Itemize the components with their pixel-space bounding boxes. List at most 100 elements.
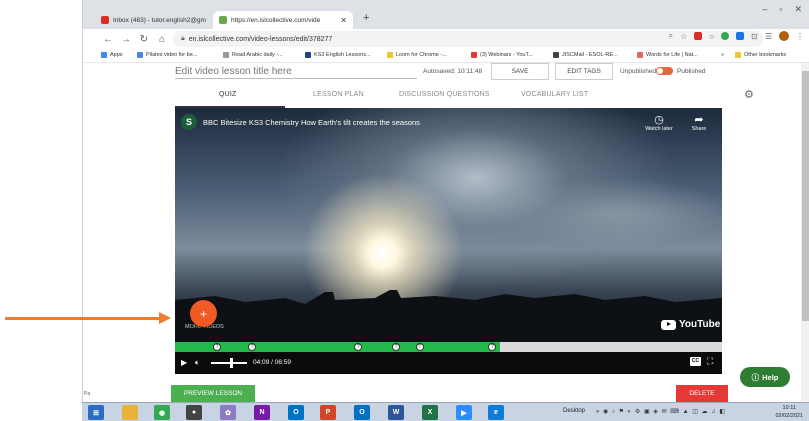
bookmark-webinars[interactable]: (3) Webinars - YouT... [471, 52, 533, 58]
captions-button[interactable]: CC [690, 357, 701, 366]
taskbar-paint-icon[interactable]: ✿ [220, 405, 236, 420]
bookmark-label: Words for Life | Nat... [646, 52, 698, 58]
volume-icon[interactable]: 🔈︎ [195, 358, 200, 368]
tab-lesson-plan[interactable]: LESSON PLAN [313, 91, 364, 98]
other-bookmarks[interactable]: Other bookmarks [735, 52, 786, 58]
taskbar-powerpoint-icon[interactable]: P [320, 405, 336, 420]
taskbar-explorer-icon[interactable] [122, 405, 138, 420]
video-title[interactable]: BBC Bitesize KS3 Chemistry How Earth's t… [203, 118, 420, 127]
quiz-marker[interactable]: ? [415, 343, 424, 351]
system-tray[interactable]: » ◉ ♪ ⚑ ◐ ⚙ ▣ ◈ ✉ ⌨ ▲ ◫ ☁ ♫ ◧ [596, 408, 726, 415]
circle-extension-icon[interactable]: ○ [709, 32, 714, 41]
bookmark-label: Read Arabic daily -... [232, 52, 283, 58]
maximize-button[interactable]: ▫ [779, 4, 782, 15]
youtube-play-icon [661, 319, 676, 330]
reading-list-icon[interactable]: ☰ [765, 32, 772, 41]
clock-icon: ◷ [654, 114, 664, 126]
bookmark-words-for-life[interactable]: Words for Life | Nat... [637, 52, 698, 58]
bookmarks-overflow[interactable]: » [721, 52, 724, 58]
avatar[interactable] [779, 31, 789, 41]
taskbar-edge-icon[interactable]: e [488, 405, 504, 420]
volume-handle[interactable] [230, 358, 233, 368]
system-clock[interactable]: 10:11 02/02/2021 [775, 404, 803, 420]
add-question-button[interactable]: + [190, 300, 217, 327]
tab-islcollective[interactable]: https://en.islcollective.com/vide ✕ [213, 11, 353, 29]
grammarly-icon[interactable] [721, 32, 730, 40]
bookmark-icon [553, 52, 559, 58]
bookmark-label: (3) Webinars - YouT... [480, 52, 533, 58]
taskbar-onenote-icon[interactable]: N [254, 405, 270, 420]
youtube-logo[interactable]: YouTube [661, 319, 720, 330]
bookmark-label: Pilates video for be... [146, 52, 198, 58]
gear-icon[interactable]: ⚙ [744, 88, 754, 101]
taskbar-outlook2-icon[interactable]: O [354, 405, 370, 420]
quiz-marker[interactable]: ? [391, 343, 400, 351]
channel-avatar[interactable]: S [181, 114, 197, 130]
desktop-toolbar[interactable]: Desktop [563, 408, 585, 414]
page-scrollbar[interactable] [801, 63, 809, 402]
taskbar-start-icon[interactable]: ⊞ [88, 405, 104, 420]
autosave-status: Autosaved: 10:11:48 [423, 68, 483, 75]
watch-later-button[interactable]: ◷ Watch later [642, 114, 676, 132]
lesson-title-input[interactable] [175, 65, 417, 79]
bookmark-arabic[interactable]: Read Arabic daily -... [223, 52, 283, 58]
share-label: Share [691, 126, 707, 132]
scrollbar-thumb[interactable] [802, 71, 809, 321]
bookmark-loom[interactable]: Loom for Chrome -... [387, 52, 447, 58]
fullscreen-icon[interactable]: ⛶ [707, 356, 713, 367]
quiz-timeline[interactable]: ?????? [175, 342, 722, 352]
tab-vocabulary-list[interactable]: VOCABULARY LIST [521, 91, 588, 98]
bookmark-label: Other bookmarks [744, 52, 787, 58]
delete-button[interactable]: DELETE [676, 385, 728, 402]
tab-discussion-questions[interactable]: DISCUSSION QUESTIONS [399, 91, 490, 98]
star-icon[interactable]: ☆ [680, 32, 687, 41]
video-player[interactable]: S BBC Bitesize KS3 Chemistry How Earth's… [175, 108, 722, 374]
publish-toggle[interactable] [656, 67, 673, 75]
tab-gmail[interactable]: Inbox (483) - tutor.english2@gm ✕ [95, 11, 207, 29]
taskbar-zoom-icon[interactable]: ▶ [456, 405, 472, 420]
bookmark-apps[interactable]: Apps [101, 52, 123, 58]
puzzle-icon[interactable]: ⊡ [751, 32, 758, 41]
forward-icon[interactable]: → [117, 34, 135, 45]
close-window-button[interactable]: ✕ [794, 4, 802, 15]
edit-tags-button[interactable]: EDIT TAGS [555, 63, 613, 80]
zoom-icon[interactable]: ⌕ [669, 31, 673, 41]
preview-lesson-button[interactable]: PREVIEW LESSON [171, 385, 255, 402]
time-display: 04:09 / 06:59 [253, 359, 291, 366]
taskbar-outlook-icon[interactable]: O [288, 405, 304, 420]
pdf-extension-icon[interactable] [694, 32, 703, 40]
video-header: S BBC Bitesize KS3 Chemistry How Earth's… [181, 114, 420, 130]
close-icon[interactable]: ✕ [334, 16, 347, 25]
taskbar-excel-icon[interactable]: X [422, 405, 438, 420]
reload-icon[interactable]: ↻ [135, 34, 153, 45]
volume-slider[interactable] [211, 362, 247, 364]
bookmark-icon [223, 52, 229, 58]
gmail-icon [101, 16, 109, 24]
taskbar-word-icon[interactable]: W [388, 405, 404, 420]
save-button[interactable]: SAVE [491, 63, 549, 80]
share-button[interactable]: ➦ Share [682, 114, 716, 132]
bookmark-jiscmail[interactable]: JISCMail - ESOL-RE... [553, 52, 618, 58]
home-icon[interactable]: ⌂ [153, 34, 171, 45]
status-hint: Pa [84, 391, 91, 397]
question-icon: ⓘ [751, 372, 760, 382]
annotation-arrowhead [159, 312, 171, 324]
play-icon[interactable]: ▶ [181, 358, 187, 367]
minimize-button[interactable]: – [762, 4, 767, 15]
taskbar-camera-icon[interactable]: ● [186, 405, 202, 420]
clock-time: 10:11 [782, 405, 796, 411]
back-icon[interactable]: ← [99, 34, 117, 45]
taskbar-chrome-icon[interactable]: ◉ [154, 405, 170, 420]
tab-quiz[interactable]: QUIZ [219, 91, 237, 98]
close-icon[interactable]: ✕ [206, 16, 207, 25]
left-margin [0, 0, 82, 402]
youtube-wordmark: YouTube [679, 319, 721, 330]
bookmark-ks3[interactable]: KS3 English Lessons... [305, 52, 371, 58]
help-button[interactable]: ⓘ Help [740, 367, 790, 387]
new-tab-button[interactable]: + [363, 12, 369, 24]
s-extension-icon[interactable] [736, 32, 745, 40]
clock-date: 02/02/2021 [775, 413, 803, 419]
menu-icon[interactable]: ⋮ [796, 32, 804, 41]
bookmark-pilates[interactable]: Pilates video for be... [137, 52, 197, 58]
bookmark-icon [637, 52, 643, 58]
